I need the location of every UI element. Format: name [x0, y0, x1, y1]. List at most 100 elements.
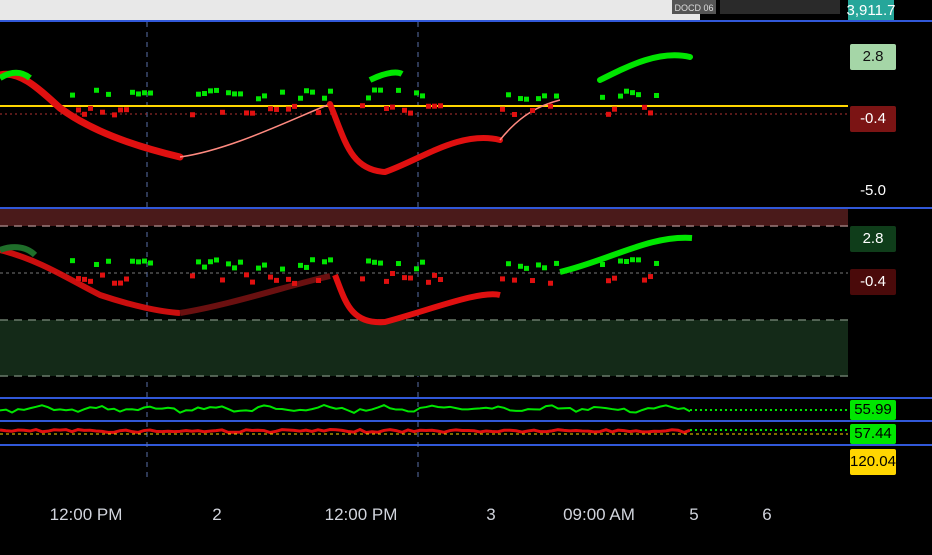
lower-signal-dot-63: [606, 278, 611, 284]
upper-signal-dot-35: [316, 110, 321, 116]
lower-signal-dot-38: [360, 276, 365, 282]
upper-signal-dot-18: [214, 87, 219, 93]
upper-signal-dot-57: [530, 107, 535, 113]
upper-signal-dot-38: [360, 103, 365, 109]
lower-signal-dot-46: [408, 275, 413, 281]
upper-signal-dot-36: [322, 95, 327, 101]
lower-signal-dot-56: [524, 265, 529, 271]
upper-signal-dot-10: [130, 89, 135, 95]
upper-signal-dot-32: [298, 95, 303, 101]
lower-signal-dot-12: [142, 258, 147, 264]
lower-signal-dot-34: [310, 257, 315, 263]
lower-signal-dot-47: [414, 266, 419, 272]
lower-signal-dot-6: [106, 258, 111, 264]
lower-signal-dot-16: [202, 264, 207, 270]
upper-signal-dot-58: [536, 96, 541, 102]
last-price-label: 3,911.7: [847, 2, 896, 19]
upper-signal-dot-20: [226, 90, 231, 96]
lower-signal-dot-32: [298, 262, 303, 268]
upper-signal-dot-9: [124, 107, 129, 113]
osc-label-3: 120.04: [850, 449, 896, 475]
lower-signal-dot-68: [636, 257, 641, 263]
upper-signal-dot-19: [220, 109, 225, 115]
lower-signal-dot-45: [402, 275, 407, 281]
upper-signal-dot-8: [118, 107, 123, 113]
x-tick-label-6: 5: [689, 505, 699, 524]
upper-signal-dot-60: [548, 103, 553, 109]
lower-signal-dot-29: [280, 266, 285, 272]
lower-signal-dot-61: [554, 260, 559, 266]
lower-signal-dot-53: [506, 261, 511, 267]
lower-signal-dot-49: [426, 279, 431, 285]
lower-signal-dot-51: [438, 277, 443, 283]
lower-signal-dot-9: [124, 276, 129, 282]
lower-signal-dot-36: [322, 259, 327, 265]
x-tick-label-4: 3: [486, 505, 496, 524]
upper-signal-dot-13: [148, 90, 153, 96]
lower-signal-dot-39: [366, 258, 371, 264]
lower-signal-dot-50: [432, 272, 437, 278]
lower-signal-dot-7: [112, 280, 117, 286]
upper-signal-dot-7: [112, 112, 117, 118]
lower-signal-dot-69: [642, 277, 647, 283]
lower-signal-dot-8: [118, 280, 123, 286]
osc-label-1: 55.99: [850, 400, 896, 420]
lower-signal-dot-33: [304, 264, 309, 270]
upper-signal-dot-61: [554, 93, 559, 99]
chart-canvas[interactable]: 3,911.7 DOCD 06: [0, 0, 932, 550]
upper-signal-dot-2: [82, 111, 87, 117]
lower-upper-band: [0, 209, 848, 226]
lower-signal-dot-43: [390, 271, 395, 277]
lower-signal-dot-17: [208, 259, 213, 265]
upper-signal-dot-66: [624, 88, 629, 94]
lower-signal-dot-65: [618, 258, 623, 264]
upper-signal-dot-24: [250, 110, 255, 116]
upper-signal-dot-49: [426, 103, 431, 109]
lower-signal-dot-18: [214, 257, 219, 263]
upper-signal-dot-44: [396, 87, 401, 93]
upper-signal-dot-34: [310, 89, 315, 95]
lower-signal-dot-28: [274, 277, 279, 283]
upper-signal-dot-0: [70, 92, 75, 98]
upper-signal-dot-59: [542, 93, 547, 99]
x-tick-label-5: 09:00 AM: [563, 505, 635, 524]
upper-signal-dot-40: [372, 87, 377, 93]
upper-signal-dot-53: [506, 92, 511, 98]
upper-signal-dot-17: [208, 88, 213, 94]
upper-signal-dot-16: [202, 91, 207, 97]
upper-signal-dot-25: [256, 96, 261, 102]
upper-signal-dot-52: [500, 106, 505, 112]
upper-signal-dot-39: [366, 95, 371, 101]
lower-signal-dot-14: [190, 273, 195, 279]
upper-signal-dot-46: [408, 110, 413, 116]
upper-label-high: 2.8: [850, 44, 896, 70]
lower-signal-dot-35: [316, 277, 321, 283]
lower-signal-dot-41: [378, 260, 383, 266]
lower-label-high: 2.8: [850, 226, 896, 252]
lower-signal-dot-44: [396, 261, 401, 267]
code-tag: DOCD 06: [674, 3, 713, 13]
upper-signal-dot-11: [136, 91, 141, 97]
lower-signal-dot-25: [256, 265, 261, 271]
upper-label-low: -5.0: [860, 182, 886, 199]
lower-signal-dot-59: [542, 265, 547, 271]
lower-signal-dot-26: [262, 262, 267, 268]
lower-signal-dot-31: [292, 280, 297, 286]
lower-signal-dot-64: [612, 275, 617, 281]
lower-signal-dot-67: [630, 257, 635, 263]
x-tick-label-1: 12:00 PM: [49, 505, 123, 524]
upper-signal-dot-29: [280, 89, 285, 95]
upper-signal-dot-64: [612, 106, 617, 112]
lower-green-band: [0, 320, 848, 376]
upper-signal-dot-41: [378, 87, 383, 93]
upper-signal-dot-23: [244, 110, 249, 116]
upper-signal-dot-22: [238, 91, 243, 97]
upper-signal-dot-21: [232, 91, 237, 97]
upper-signal-dot-37: [328, 88, 333, 94]
lower-signal-dot-70: [648, 274, 653, 280]
lower-signal-dot-24: [250, 279, 255, 285]
lower-signal-dot-66: [624, 259, 629, 265]
upper-signal-dot-67: [630, 90, 635, 96]
lower-signal-dot-11: [136, 259, 141, 265]
lower-signal-dot-27: [268, 274, 273, 280]
